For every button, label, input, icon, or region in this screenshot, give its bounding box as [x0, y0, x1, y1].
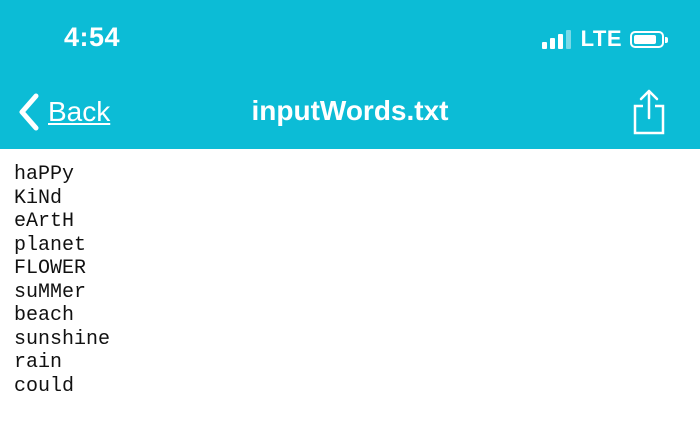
page-title: inputWords.txt: [251, 95, 449, 126]
battery-icon: [630, 30, 668, 48]
signal-bar: [557, 34, 563, 49]
list-item: FLOWER: [14, 257, 87, 280]
battery-nub: [665, 36, 668, 43]
signal-bar: [541, 42, 547, 49]
status-time: 4:54: [64, 22, 121, 52]
signal-bar: [565, 30, 571, 49]
word-list: haPPy KiNd eArtH planet FLOWER suMMer be…: [14, 163, 110, 398]
signal-bar: [549, 38, 555, 49]
share-button[interactable]: [632, 88, 666, 136]
list-item: eArtH: [14, 210, 75, 233]
network-label: LTE: [580, 26, 622, 51]
list-item: suMMer: [14, 280, 87, 304]
list-item: could: [14, 374, 75, 398]
list-item: haPPy: [14, 163, 75, 186]
file-content: haPPy KiNd eArtH planet FLOWER suMMer be…: [0, 149, 700, 422]
share-icon: [632, 89, 666, 140]
list-item: KiNd: [14, 186, 63, 210]
list-item: beach: [14, 304, 75, 327]
list-item: sunshine: [14, 327, 111, 351]
signal-icon: [541, 29, 574, 49]
status-indicators: LTE: [541, 25, 668, 53]
list-item: planet: [14, 233, 87, 257]
navigation-header: 4:54 LTE Back inputWords.txt: [0, 0, 700, 149]
battery-level: [634, 34, 656, 44]
list-item: rain: [14, 351, 63, 374]
